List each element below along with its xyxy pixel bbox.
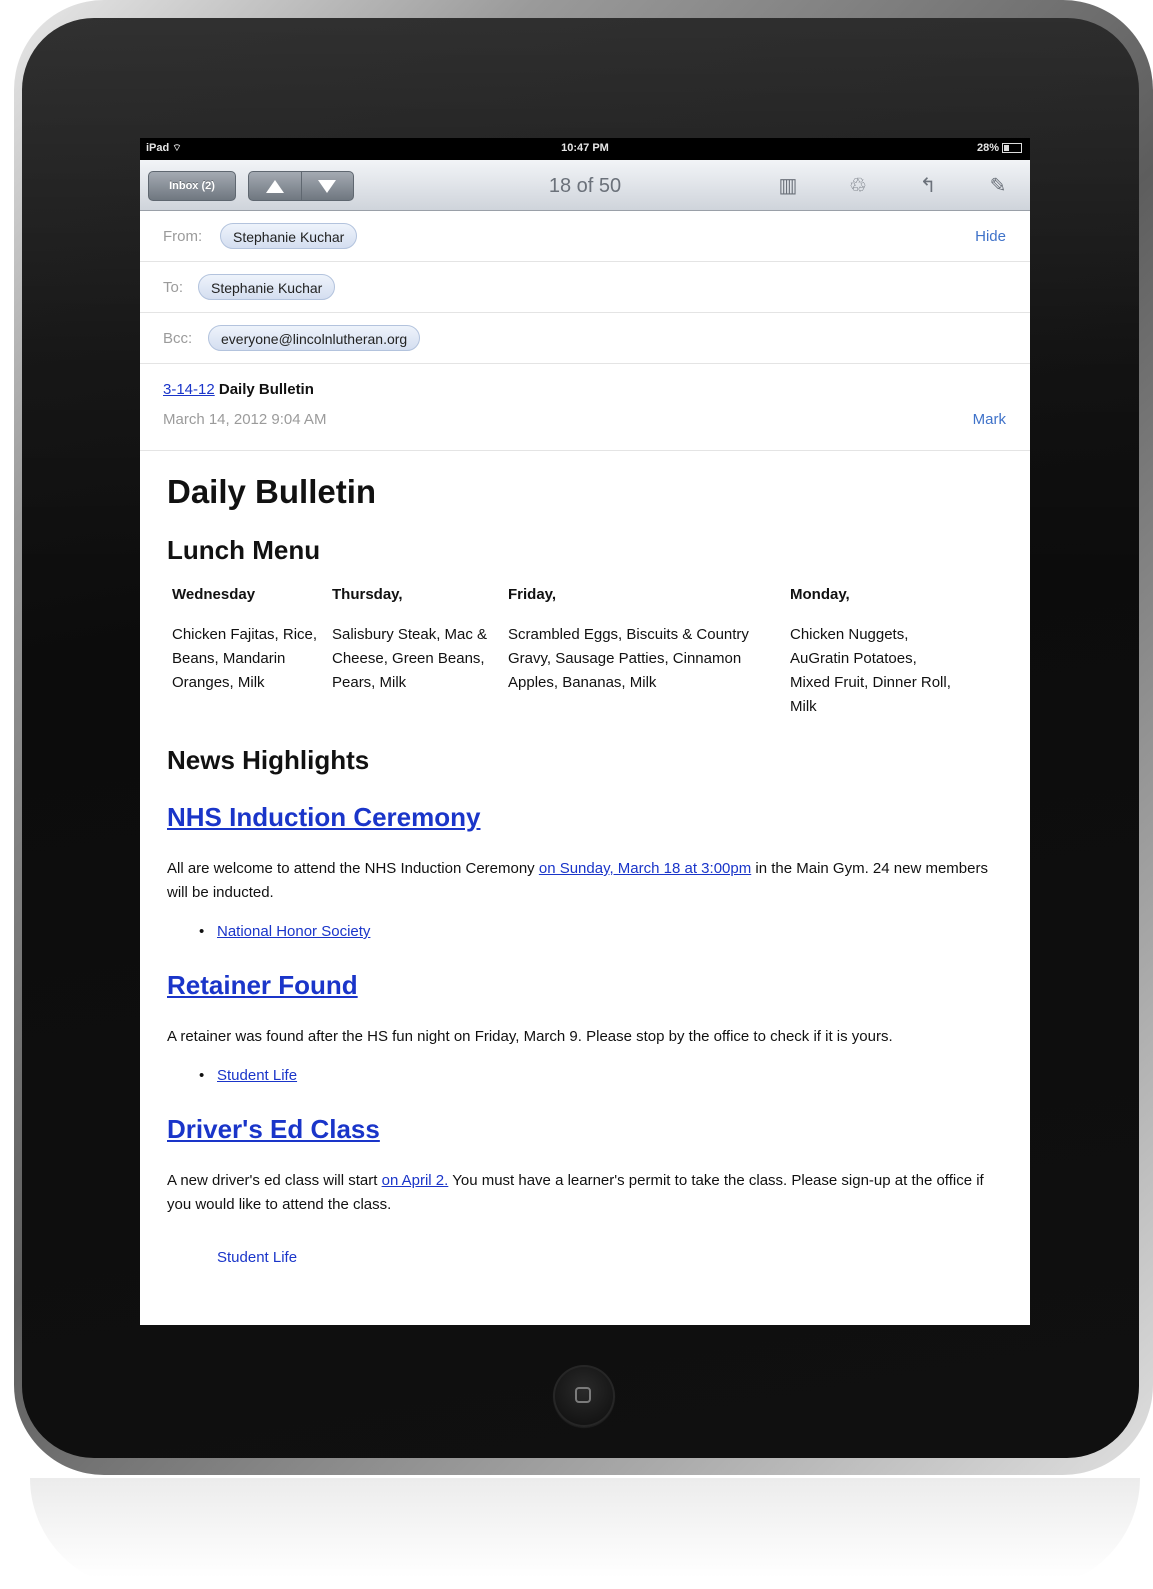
- mail-toolbar: Inbox (2) 18 of 50 ▥ ♲ ↰ ✎: [140, 160, 1030, 211]
- screen: iPad ⌔ 10:47 PM 28% Inbox (2) 18 of 50 ▥ …: [140, 138, 1030, 1325]
- lunch-day-header: Monday,: [790, 586, 850, 603]
- category-link[interactable]: Student Life: [217, 1067, 297, 1084]
- bcc-contact-chip[interactable]: everyone@lincolnlutheran.org: [208, 325, 421, 351]
- event-date-link[interactable]: on April 2.: [382, 1172, 449, 1189]
- lunch-menu-table: Wednesday Thursday, Friday, Monday, Chic…: [167, 586, 965, 719]
- lunch-day-header: Wednesday: [172, 586, 256, 603]
- message-counter: 18 of 50: [548, 175, 622, 197]
- bulletin-title: Daily Bulletin: [167, 473, 377, 510]
- email-subject: 3-14-12 Daily Bulletin: [163, 381, 314, 398]
- lunch-day-items: Scrambled Eggs, Biscuits & Country Gravy…: [508, 626, 749, 691]
- folder-icon[interactable]: ▥: [774, 173, 802, 199]
- mark-button[interactable]: Mark: [973, 411, 1006, 428]
- from-row: From: Stephanie Kuchar Hide: [140, 211, 1030, 262]
- from-contact-chip[interactable]: Stephanie Kuchar: [220, 223, 358, 249]
- to-row: To: Stephanie Kuchar: [140, 262, 1030, 313]
- home-square-icon: [575, 1387, 591, 1403]
- news-highlights-heading: News Highlights: [167, 745, 370, 775]
- status-time: 10:47 PM: [561, 142, 609, 154]
- status-bar: iPad ⌔ 10:47 PM 28%: [140, 138, 1030, 160]
- news-item-text: A new driver's ed class will start on Ap…: [167, 1172, 984, 1213]
- list-item-cut-off[interactable]: Student Life: [217, 1249, 1003, 1266]
- bcc-label: Bcc:: [163, 330, 193, 347]
- trash-icon[interactable]: ♲: [844, 173, 872, 199]
- list-item: Student Life: [199, 1067, 1003, 1084]
- to-contact-chip[interactable]: Stephanie Kuchar: [198, 274, 336, 300]
- compose-icon[interactable]: ✎: [984, 173, 1012, 199]
- event-date-link[interactable]: on Sunday, March 18 at 3:00pm: [539, 860, 751, 877]
- device-reflection: [30, 1478, 1140, 1589]
- list-item: National Honor Society: [199, 923, 1003, 940]
- category-link[interactable]: National Honor Society: [217, 923, 370, 940]
- battery-icon: [1002, 143, 1022, 153]
- news-item-title-link[interactable]: Driver's Ed Class: [167, 1114, 1003, 1145]
- lunch-day-items: Salisbury Steak, Mac & Cheese, Green Bea…: [332, 626, 488, 691]
- lunch-day-header: Thursday,: [332, 586, 403, 603]
- hide-details-link[interactable]: Hide: [975, 228, 1006, 245]
- from-label: From:: [163, 228, 203, 245]
- battery-indicator: 28%: [977, 142, 1022, 154]
- news-item-title-link[interactable]: Retainer Found: [167, 970, 1003, 1001]
- news-item-text: All are welcome to attend the NHS Induct…: [167, 860, 988, 901]
- to-label: To:: [163, 279, 184, 296]
- lunch-menu-heading: Lunch Menu: [167, 535, 321, 565]
- news-item-title-link[interactable]: NHS Induction Ceremony: [167, 802, 1003, 833]
- lunch-day-items: Chicken Fajitas, Rice, Beans, Mandarin O…: [172, 626, 318, 691]
- subject-date-link[interactable]: 3-14-12: [163, 381, 215, 398]
- home-button[interactable]: [553, 1365, 615, 1427]
- subject-block: 3-14-12 Daily Bulletin March 14, 2012 9:…: [140, 364, 1030, 451]
- news-item-text: A retainer was found after the HS fun ni…: [167, 1028, 893, 1045]
- reply-icon[interactable]: ↰: [914, 173, 942, 199]
- lunch-day-items: Chicken Nuggets, AuGratin Potatoes, Mixe…: [790, 626, 951, 715]
- email-date: March 14, 2012 9:04 AM: [163, 411, 327, 428]
- bcc-row: Bcc: everyone@lincolnlutheran.org: [140, 313, 1030, 364]
- email-body: Daily Bulletin Lunch Menu Wednesday Thur…: [140, 473, 1030, 1266]
- lunch-day-header: Friday,: [508, 586, 557, 603]
